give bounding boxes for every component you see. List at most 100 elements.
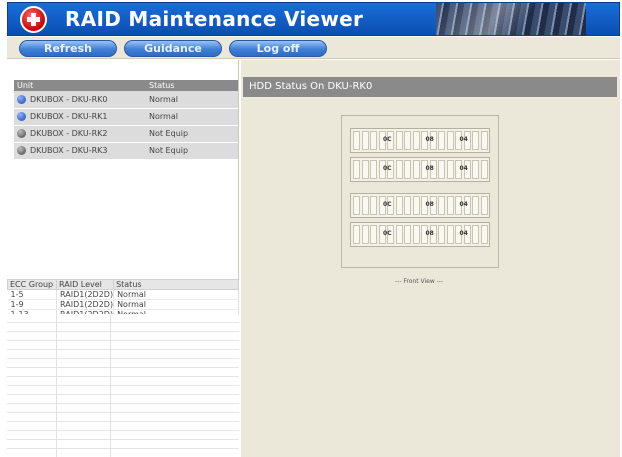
refresh-button[interactable]: Refresh	[19, 40, 117, 57]
raid-level-cell: RAID1(2D2D)	[56, 299, 115, 310]
front-view-panel: 0C 08 04 0C 08 04 0C 08 04 0C 08 04	[341, 115, 499, 268]
header-banner-image	[436, 3, 586, 35]
hdd-status-title-bar: HDD Status On DKU-RK0	[243, 77, 617, 97]
right-panel: HDD Status On DKU-RK0 0C 08 04 0C 08 04 0C 08…	[241, 60, 620, 457]
hdd-slot[interactable]	[361, 225, 369, 244]
hdd-row: 0C 08 04	[350, 128, 490, 153]
hdd-slot[interactable]	[438, 160, 445, 179]
hdd-status-title: HDD Status On DKU-RK0	[249, 81, 373, 92]
hdd-slot-label: 04	[459, 201, 468, 208]
hdd-slot[interactable]	[353, 160, 360, 179]
hdd-slot[interactable]	[412, 160, 420, 179]
hdd-slot[interactable]	[446, 131, 454, 150]
ecc-status-column-header: Status	[113, 279, 239, 290]
hdd-row: 0C 08 04	[350, 222, 490, 247]
hdd-slot-label: 08	[425, 165, 434, 172]
unit-status: Normal	[146, 108, 238, 126]
hdd-slot-label: 0C	[383, 201, 392, 208]
hdd-slot[interactable]	[412, 225, 420, 244]
raid-level-column-header: RAID Level	[55, 279, 115, 290]
guidance-button[interactable]: Guidance	[124, 40, 222, 57]
unit-status: Normal	[146, 91, 238, 109]
disk-blue-icon	[17, 112, 26, 121]
unit-status: Not Equip	[146, 142, 238, 160]
hdd-slot[interactable]	[446, 196, 454, 215]
hdd-slot[interactable]	[395, 196, 403, 215]
hdd-slot-label: 04	[459, 230, 468, 237]
hdd-slot[interactable]	[370, 160, 377, 179]
hdd-slot[interactable]	[395, 225, 403, 244]
left-panel: Unit Status DKUBOX - DKU-RK0 Normal DKUB…	[7, 60, 239, 457]
hdd-slot-label: 04	[459, 136, 468, 143]
hdd-slot[interactable]	[472, 160, 479, 179]
hdd-slot[interactable]	[353, 131, 360, 150]
unit-row[interactable]: DKUBOX - DKU-RK2 Not Equip	[14, 125, 238, 143]
hdd-slot[interactable]	[480, 131, 488, 150]
disk-gray-icon	[17, 146, 26, 155]
app-header: RAID Maintenance Viewer	[7, 2, 620, 36]
hdd-slot[interactable]	[353, 196, 360, 215]
hdd-slot[interactable]	[370, 225, 377, 244]
unit-name: DKUBOX - DKU-RK3	[30, 146, 108, 155]
hdd-slot[interactable]	[404, 131, 411, 150]
hdd-slot[interactable]	[446, 225, 454, 244]
table-row[interactable]: 1-9 RAID1(2D2D) Normal	[7, 299, 239, 310]
nav-bar: Refresh Guidance Log off	[7, 37, 620, 59]
hdd-slot[interactable]	[370, 196, 377, 215]
hdd-slot[interactable]	[480, 196, 488, 215]
hdd-slot-label: 08	[425, 136, 434, 143]
hdd-row: 0C 08 04	[350, 157, 490, 182]
unit-name: DKUBOX - DKU-RK0	[30, 94, 108, 104]
ecc-table-empty-rows	[7, 314, 239, 457]
ecc-group-cell: 1-9	[7, 299, 57, 310]
ecc-status-cell: Normal	[113, 299, 239, 310]
app-logo-icon	[20, 6, 47, 33]
table-row[interactable]: 1-5 RAID1(2D2D) Normal	[7, 289, 239, 300]
hdd-slot[interactable]	[404, 196, 411, 215]
hdd-row: 0C 08 04	[350, 193, 490, 218]
status-column-header: Status	[146, 80, 238, 91]
hdd-slot-label: 0C	[383, 136, 392, 143]
hdd-slot-label: 0C	[383, 165, 392, 172]
logoff-button[interactable]: Log off	[229, 40, 327, 57]
unit-row[interactable]: DKUBOX - DKU-RK0 Normal	[14, 91, 238, 109]
ecc-group-cell: 1-5	[7, 289, 57, 300]
hdd-slot[interactable]	[353, 225, 360, 244]
hdd-slot[interactable]	[361, 196, 369, 215]
unit-row[interactable]: DKUBOX - DKU-RK1 Normal	[14, 108, 238, 126]
hdd-slot[interactable]	[438, 225, 445, 244]
hdd-slot[interactable]	[438, 131, 445, 150]
front-view-caption: --- Front View ---	[395, 278, 444, 285]
unit-status: Not Equip	[146, 125, 238, 143]
hdd-slot-label: 08	[425, 201, 434, 208]
hdd-slot[interactable]	[412, 196, 420, 215]
hdd-slot[interactable]	[480, 160, 488, 179]
hdd-slot[interactable]	[361, 131, 369, 150]
hdd-slot[interactable]	[404, 160, 411, 179]
hdd-slot-label: 08	[425, 230, 434, 237]
hdd-slot[interactable]	[404, 225, 411, 244]
hdd-slot[interactable]	[361, 160, 369, 179]
app-title: RAID Maintenance Viewer	[65, 7, 364, 31]
disk-gray-icon	[17, 129, 26, 138]
ecc-group-column-header: ECC Group	[7, 279, 57, 290]
hdd-slot[interactable]	[438, 196, 445, 215]
hdd-slot[interactable]	[446, 160, 454, 179]
hdd-slot[interactable]	[472, 196, 479, 215]
raid-level-cell: RAID1(2D2D)	[56, 289, 115, 300]
hdd-slot-label: 0C	[383, 230, 392, 237]
hdd-slot[interactable]	[472, 225, 479, 244]
hdd-slot[interactable]	[472, 131, 479, 150]
hdd-slot[interactable]	[395, 160, 403, 179]
hdd-slot-label: 04	[459, 165, 468, 172]
hdd-slot[interactable]	[370, 131, 377, 150]
unit-name: DKUBOX - DKU-RK2	[30, 129, 108, 138]
disk-blue-icon	[17, 94, 26, 104]
hdd-slot[interactable]	[412, 131, 420, 150]
unit-name: DKUBOX - DKU-RK1	[30, 112, 108, 121]
hdd-slot[interactable]	[480, 225, 488, 244]
hdd-slot[interactable]	[395, 131, 403, 150]
unit-column-header: Unit	[14, 80, 146, 91]
unit-row[interactable]: DKUBOX - DKU-RK3 Not Equip	[14, 142, 238, 160]
unit-table: Unit Status DKUBOX - DKU-RK0 Normal DKUB…	[14, 80, 238, 160]
